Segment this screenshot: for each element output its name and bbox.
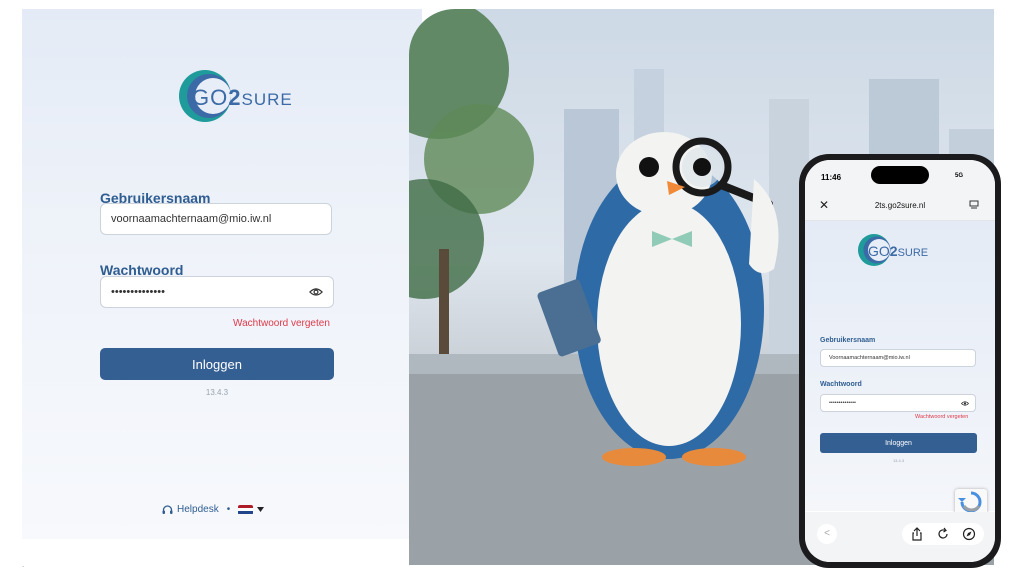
phone-username-label: Gebruikersnaam [820,337,876,344]
phone-password-label: Wachtwoord [820,381,862,388]
password-value: •••••••••••••• [111,286,165,298]
chevron-down-icon[interactable] [257,507,265,512]
netherlands-flag-icon[interactable] [238,504,254,515]
forgot-password-link[interactable]: Wachtwoord vergeten [233,318,330,329]
phone-url[interactable]: 2ts.go2sure.nl [805,201,995,210]
phone-eye-icon[interactable] [961,400,969,407]
back-icon[interactable]: < [817,524,837,544]
username-input[interactable]: voornaamachternaam@mio.iw.nl [100,203,332,235]
username-value: voornaamachternaam@mio.iw.nl [111,213,272,225]
page-dot: . [22,560,25,569]
compass-icon[interactable] [962,527,976,541]
phone-version-label: 13.4.3 [892,458,905,463]
headset-icon [162,504,173,514]
phone-action-bar [902,523,984,545]
phone-login-page: GO2SURE Gebruikersnaam Voornaamachternaa… [805,221,995,519]
refresh-icon[interactable] [936,527,950,541]
phone-url-bar: ✕ 2ts.go2sure.nl [805,192,995,221]
phone-bottom-bar: < [805,512,995,562]
phone-username-value: Voornaamachternaam@mio.iw.nl [829,355,910,361]
login-panel: GO2SURE Gebruikersnaam voornaamachternaa… [22,9,422,539]
dynamic-island [871,166,929,184]
eye-icon[interactable] [309,286,323,298]
share-icon[interactable] [910,527,924,541]
phone-signal: 5G [955,173,964,179]
version-label: 13.4.3 [205,388,229,397]
phone-forgot-password-link[interactable]: Wachtwoord vergeten [915,414,968,420]
phone-login-button[interactable]: Inloggen [820,433,977,453]
helpdesk-link[interactable]: Helpdesk [177,504,219,515]
logo-wordmark: GO2SURE [192,85,293,110]
phone-username-input[interactable]: Voornaamachternaam@mio.iw.nl [820,349,976,367]
phone-screen: 11:46 5G ✕ 2ts.go2sure.nl GO2SURE Gebrui… [805,160,995,562]
login-button[interactable]: Inloggen [100,348,334,380]
phone-time: 11:46 [821,173,842,182]
footer: Helpdesk • [162,504,265,515]
password-input[interactable]: •••••••••••••• [100,276,334,308]
footer-separator: • [226,504,231,515]
menu-icon[interactable] [969,200,979,210]
phone-password-input[interactable]: •••••••••••••• [820,394,976,412]
phone-password-value: •••••••••••••• [829,400,856,406]
phone-logo-wordmark: GO2SURE [868,243,929,259]
phone-mockup: 11:46 5G ✕ 2ts.go2sure.nl GO2SURE Gebrui… [799,154,1001,568]
phone-status-bar: 11:46 5G [805,160,995,192]
